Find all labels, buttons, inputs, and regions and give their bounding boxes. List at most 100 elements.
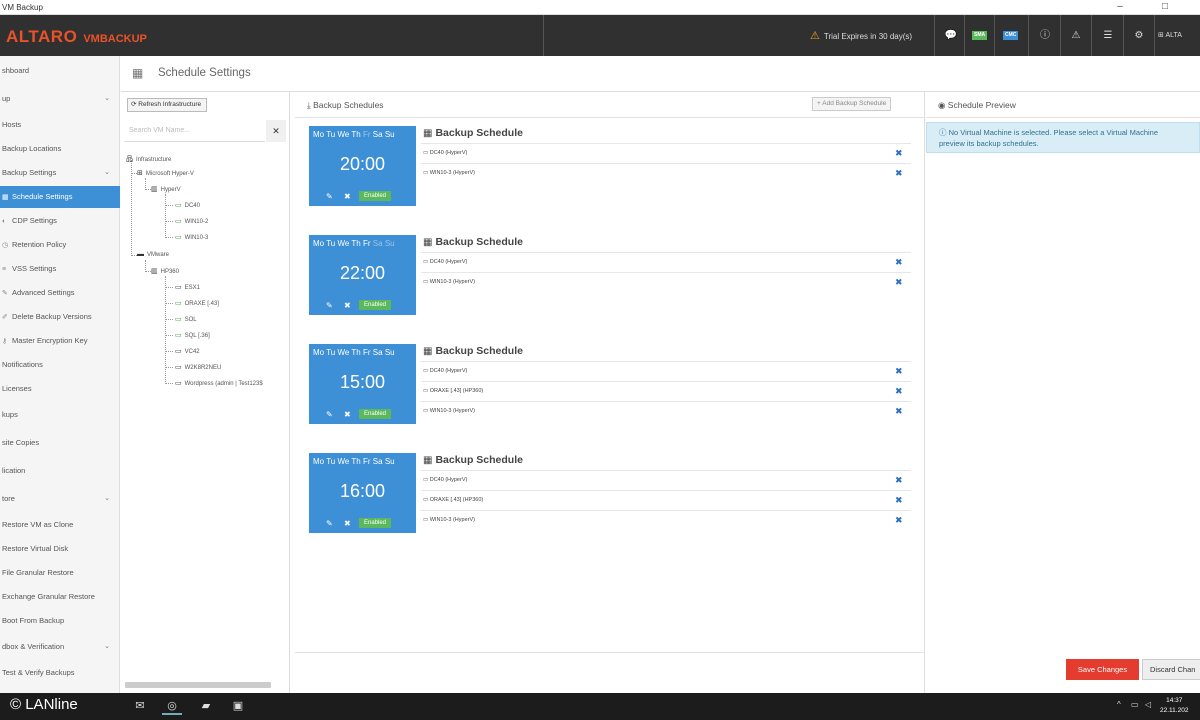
system-clock[interactable]: 14:37 22.11.202	[1160, 696, 1188, 716]
add-backup-schedule-button[interactable]: + Add Backup Schedule	[812, 97, 892, 111]
sidebar-item-notifications[interactable]: Notifications	[0, 354, 120, 376]
sidebar-item-restore-virtual-disk[interactable]: Restore Virtual Disk	[0, 538, 120, 560]
remove-vm-icon[interactable]: ✖	[895, 257, 903, 268]
tree-vm-w2k8r2neu[interactable]: ▭ W2K8R2NEU	[175, 363, 221, 371]
sidebar-group-sandbox-verification[interactable]: dbox & Verification ⌄	[0, 636, 120, 658]
tree-vm-win10-3[interactable]: ▭ WIN10-3	[175, 233, 208, 241]
enabled-badge[interactable]: Enabled	[359, 300, 392, 310]
sidebar-item-advanced-settings[interactable]: ✎ Advanced Settings	[0, 282, 120, 304]
enabled-badge[interactable]: Enabled	[359, 409, 392, 419]
settings-icon[interactable]: ⚙	[1128, 28, 1150, 43]
tree-line	[165, 303, 173, 304]
mail-icon[interactable]: ✉	[130, 697, 150, 715]
tree-node-vmware-host[interactable]: ▥ HP360	[151, 267, 179, 275]
sidebar-item-schedule-settings[interactable]: ▦ Schedule Settings	[0, 186, 120, 208]
tree-vm-dc40[interactable]: ▭ DC40	[175, 201, 200, 209]
tree-vm-win10-2[interactable]: ▭ WIN10-2	[175, 217, 208, 225]
horizontal-scrollbar[interactable]	[125, 682, 271, 688]
enabled-badge[interactable]: Enabled	[359, 518, 392, 528]
delete-icon[interactable]: ✖	[344, 519, 351, 528]
remove-vm-icon[interactable]: ✖	[895, 386, 903, 397]
remove-vm-icon[interactable]: ✖	[895, 148, 903, 159]
save-changes-button[interactable]: Save Changes	[1066, 659, 1139, 680]
sidebar-item-master-encryption-key[interactable]: ⚷ Master Encryption Key	[0, 330, 120, 352]
volume-icon[interactable]: ◁	[1145, 700, 1151, 709]
sidebar-item-retention-policy[interactable]: ◷ Retention Policy	[0, 234, 120, 256]
sidebar-item-hosts[interactable]: Hosts	[0, 114, 120, 136]
tree-vm-wordpress[interactable]: ▭ Wordpress (admin | Test123$	[175, 379, 263, 387]
sidebar-item-cdp-settings[interactable]: ◐ CDP Settings	[0, 210, 120, 232]
delete-icon[interactable]: ✖	[344, 192, 351, 201]
sidebar-group-backup-settings[interactable]: Backup Settings ⌄	[0, 162, 120, 184]
schedule-tile[interactable]: Mo Tu We Th Fr Sa Su 15:00 ✎ ✖ Enabled	[309, 344, 416, 424]
edit-icon[interactable]: ✎	[326, 192, 333, 201]
tree-node-vmware[interactable]: ▬ VMware	[137, 251, 169, 258]
clock-time: 14:37	[1166, 697, 1183, 704]
tree-line	[165, 194, 166, 238]
sidebar-item-file-granular-restore[interactable]: File Granular Restore	[0, 562, 120, 584]
refresh-infrastructure-button[interactable]: ⟳ Refresh Infrastructure	[127, 98, 208, 112]
sidebar-item-vss-settings[interactable]: ≡ VSS Settings	[0, 258, 120, 280]
chat-icon[interactable]: 💬	[940, 28, 962, 43]
sidebar-item-backup-locations[interactable]: Backup Locations	[0, 138, 120, 160]
tree-vm-sql[interactable]: ▭ SQL [.36]	[175, 331, 210, 339]
app-icon[interactable]: ◎	[162, 697, 182, 715]
edit-icon[interactable]: ✎	[326, 301, 333, 310]
remove-vm-icon[interactable]: ✖	[895, 495, 903, 506]
edit-icon[interactable]: ✎	[326, 410, 333, 419]
sidebar-item-dashboard[interactable]: shboard	[0, 60, 120, 82]
cmc-badge[interactable]: CMC	[1003, 31, 1019, 40]
sma-badge[interactable]: SMA	[972, 31, 988, 40]
sidebar-item-test-verify-backups[interactable]: Test & Verify Backups	[0, 662, 120, 684]
sidebar-item-label: up	[2, 94, 11, 103]
minimize-icon[interactable]: –	[1105, 1, 1135, 12]
tasks-icon[interactable]: ☰	[1097, 28, 1119, 43]
sidebar-item-exchange-granular-restore[interactable]: Exchange Granular Restore	[0, 586, 120, 608]
sidebar-group-setup[interactable]: up ⌄	[0, 88, 120, 110]
remove-vm-icon[interactable]: ✖	[895, 277, 903, 288]
trial-notice[interactable]: ⚠ Trial Expires in 30 day(s)	[810, 29, 912, 42]
tree-node-infrastructure[interactable]: 品 Infrastructure	[126, 154, 171, 164]
network-icon[interactable]: ▭	[1131, 700, 1139, 709]
remove-vm-icon[interactable]: ✖	[895, 515, 903, 526]
enabled-badge[interactable]: Enabled	[359, 191, 392, 201]
sidebar-item-offsite-copies[interactable]: site Copies	[0, 432, 120, 454]
sidebar-item-replication[interactable]: lication	[0, 460, 120, 482]
windows-menu[interactable]: ⊞ ALTA	[1158, 28, 1200, 43]
clear-search-icon[interactable]: ✕	[266, 120, 286, 142]
tree-vm-esx1[interactable]: ▭ ESX1	[175, 283, 200, 291]
tree-node-microsoft-hyperv[interactable]: ⊞ Microsoft Hyper-V	[137, 169, 194, 177]
tree-vm-oraxe[interactable]: ▭ ORAXE [.43]	[175, 299, 219, 307]
remove-vm-icon[interactable]: ✖	[895, 406, 903, 417]
schedule-tile[interactable]: Mo Tu We Th Fr Sa Su 22:00 ✎ ✖ Enabled	[309, 235, 416, 315]
tree-vm-vc42[interactable]: ▭ VC42	[175, 347, 200, 355]
delete-icon[interactable]: ✖	[344, 410, 351, 419]
schedule-tile[interactable]: Mo Tu We Th Fr Sa Su 20:00 ✎ ✖ Enabled	[309, 126, 416, 206]
sidebar-group-restore[interactable]: tore ⌄	[0, 488, 120, 510]
info-icon: ⓘ	[939, 128, 947, 137]
remove-vm-icon[interactable]: ✖	[895, 475, 903, 486]
tree-label: VMware	[147, 252, 170, 258]
sidebar-item-backups[interactable]: kups	[0, 404, 120, 426]
chevron-up-icon[interactable]: ^	[1117, 700, 1121, 709]
notes-icon[interactable]: ▰	[196, 697, 216, 715]
tree-vm-sol[interactable]: ▭ SOL	[175, 315, 197, 323]
day-label: Tu	[326, 130, 336, 139]
computer-icon[interactable]: ▣	[228, 697, 248, 715]
sidebar-item-licenses[interactable]: Licenses	[0, 378, 120, 400]
delete-icon[interactable]: ✖	[344, 301, 351, 310]
remove-vm-icon[interactable]: ✖	[895, 168, 903, 179]
vm-name-text: DC40 (HyperV)	[429, 150, 468, 156]
remove-vm-icon[interactable]: ✖	[895, 366, 903, 377]
maximize-icon[interactable]: □	[1150, 1, 1180, 12]
sidebar-item-restore-vm-as-clone[interactable]: Restore VM as Clone	[0, 514, 120, 536]
tree-node-hyperv-host[interactable]: ▥ HyperV	[151, 185, 181, 193]
discard-changes-button[interactable]: Discard Chan	[1142, 659, 1200, 680]
alert-icon[interactable]: ⚠	[1065, 28, 1087, 43]
sidebar-item-boot-from-backup[interactable]: Boot From Backup	[0, 610, 120, 632]
edit-icon[interactable]: ✎	[326, 519, 333, 528]
search-vm-input[interactable]	[124, 120, 265, 142]
sidebar-item-delete-backup-versions[interactable]: ✐ Delete Backup Versions	[0, 306, 120, 328]
schedule-tile[interactable]: Mo Tu We Th Fr Sa Su 16:00 ✎ ✖ Enabled	[309, 453, 416, 533]
info-icon[interactable]: ⓘ	[1034, 28, 1056, 43]
